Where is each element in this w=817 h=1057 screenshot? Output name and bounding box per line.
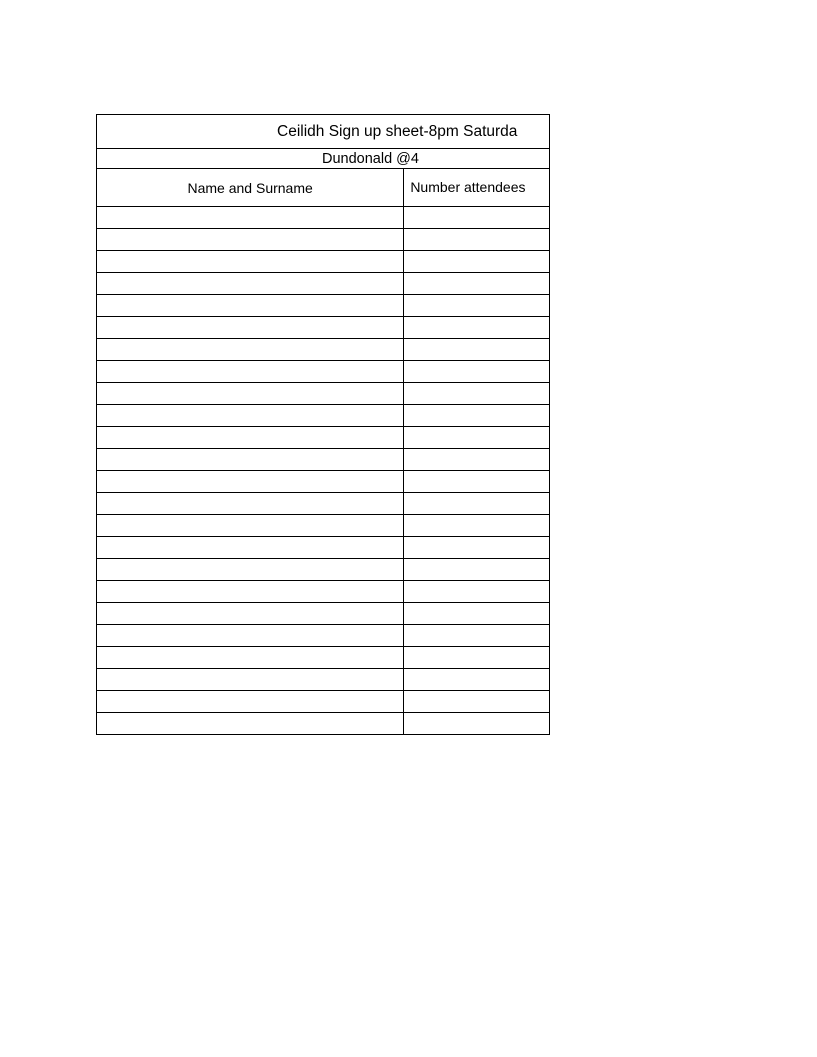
cell-number [404, 691, 549, 712]
cell-name [97, 625, 404, 646]
sheet-title: Ceilidh Sign up sheet-8pm Saturda [97, 115, 549, 149]
cell-name [97, 515, 404, 536]
header-number: Number attendees [404, 169, 549, 206]
table-row [97, 339, 549, 361]
cell-name [97, 229, 404, 250]
cell-number [404, 471, 549, 492]
cell-name [97, 383, 404, 404]
cell-number [404, 229, 549, 250]
cell-name [97, 647, 404, 668]
table-row [97, 449, 549, 471]
cell-name [97, 581, 404, 602]
cell-number [404, 361, 549, 382]
cell-number [404, 603, 549, 624]
cell-name [97, 691, 404, 712]
cell-name [97, 471, 404, 492]
table-row [97, 669, 549, 691]
table-row [97, 229, 549, 251]
table-row [97, 405, 549, 427]
cell-name [97, 295, 404, 316]
signup-sheet: Ceilidh Sign up sheet-8pm Saturda Dundon… [96, 114, 550, 735]
table-row [97, 251, 549, 273]
cell-number [404, 339, 549, 360]
cell-number [404, 559, 549, 580]
table-body [97, 207, 549, 735]
cell-number [404, 427, 549, 448]
table-row [97, 295, 549, 317]
cell-name [97, 317, 404, 338]
table-row [97, 537, 549, 559]
table-row [97, 273, 549, 295]
cell-number [404, 251, 549, 272]
table-row [97, 427, 549, 449]
sheet-subtitle: Dundonald @4 [97, 149, 549, 169]
table-row [97, 515, 549, 537]
cell-name [97, 361, 404, 382]
cell-name [97, 493, 404, 514]
cell-name [97, 207, 404, 228]
cell-name [97, 559, 404, 580]
cell-name [97, 339, 404, 360]
cell-number [404, 669, 549, 690]
cell-number [404, 515, 549, 536]
header-name: Name and Surname [97, 169, 404, 206]
table-row [97, 603, 549, 625]
table-row [97, 317, 549, 339]
cell-name [97, 603, 404, 624]
cell-name [97, 713, 404, 734]
table-row [97, 493, 549, 515]
cell-name [97, 251, 404, 272]
table-row [97, 647, 549, 669]
cell-number [404, 537, 549, 558]
cell-number [404, 449, 549, 470]
cell-number [404, 317, 549, 338]
table-row [97, 581, 549, 603]
cell-number [404, 405, 549, 426]
table-row [97, 559, 549, 581]
cell-name [97, 273, 404, 294]
cell-name [97, 669, 404, 690]
table-row [97, 713, 549, 735]
cell-number [404, 581, 549, 602]
cell-number [404, 383, 549, 404]
table-row [97, 691, 549, 713]
table-row [97, 207, 549, 229]
cell-number [404, 273, 549, 294]
cell-name [97, 537, 404, 558]
cell-number [404, 295, 549, 316]
table-row [97, 471, 549, 493]
cell-number [404, 647, 549, 668]
cell-number [404, 207, 549, 228]
cell-number [404, 625, 549, 646]
cell-name [97, 449, 404, 470]
cell-name [97, 427, 404, 448]
table-row [97, 625, 549, 647]
table-row [97, 361, 549, 383]
cell-number [404, 713, 549, 734]
table-header-row: Name and Surname Number attendees [97, 169, 549, 207]
table-row [97, 383, 549, 405]
cell-name [97, 405, 404, 426]
cell-number [404, 493, 549, 514]
